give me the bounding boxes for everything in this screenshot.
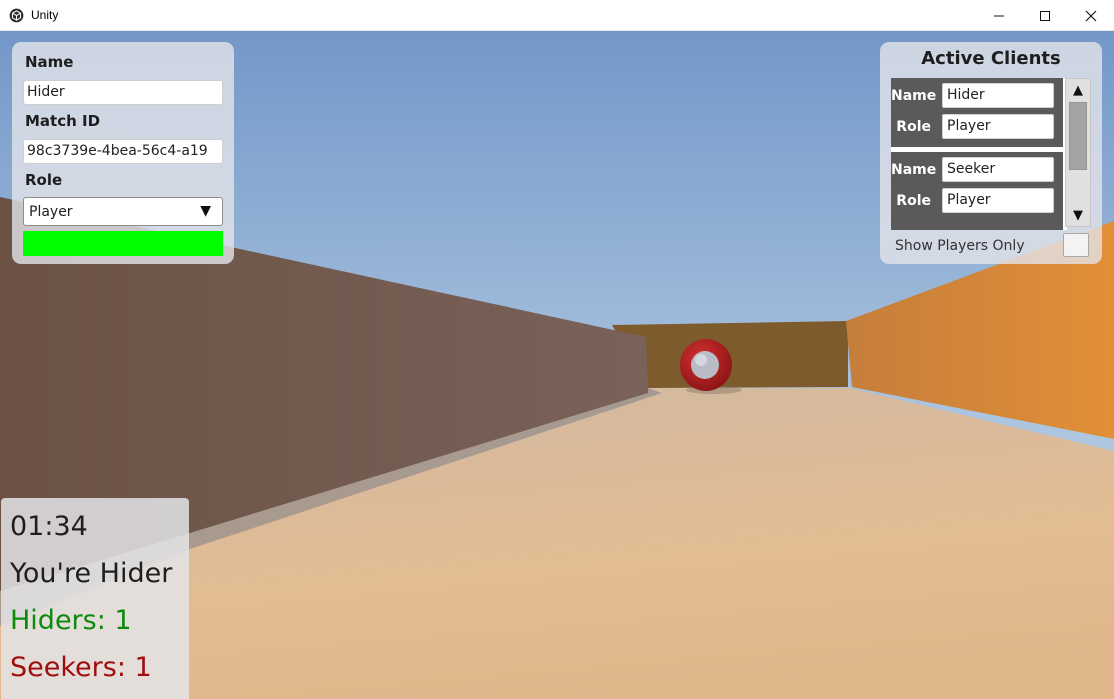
- player-info-panel: Name Hider Match ID 98c3739e-4bea-56c4-a…: [12, 42, 234, 264]
- match-id-input[interactable]: 98c3739e-4bea-56c4-a19: [23, 139, 223, 164]
- client-list-scrollbar[interactable]: ▲ ▼: [1065, 78, 1091, 227]
- scroll-up-button[interactable]: ▲: [1066, 80, 1090, 100]
- player-role-text: You're Hider: [10, 558, 173, 589]
- window-title: Unity: [31, 8, 59, 22]
- scroll-thumb[interactable]: [1069, 102, 1087, 170]
- triangle-down-icon: ▼: [1073, 207, 1083, 223]
- name-label: Name: [25, 53, 74, 71]
- minimize-icon: [994, 15, 1004, 16]
- client-name-label: Name: [891, 162, 937, 178]
- client-card: Name Hider Role Player: [891, 78, 1063, 147]
- name-input[interactable]: Hider: [23, 80, 223, 105]
- role-dropdown[interactable]: Player ▼: [23, 197, 223, 226]
- close-button[interactable]: [1068, 0, 1114, 31]
- client-role-field[interactable]: Player: [942, 114, 1054, 139]
- show-players-only-label: Show Players Only: [895, 238, 1025, 254]
- chevron-down-icon: ▼: [200, 203, 211, 219]
- close-icon: [1085, 10, 1097, 21]
- maximize-icon: [1040, 10, 1050, 21]
- hiders-count: Hiders: 1: [10, 605, 132, 636]
- triangle-up-icon: ▲: [1073, 82, 1083, 98]
- active-clients-title: Active Clients: [921, 48, 1061, 69]
- minimize-button[interactable]: [976, 0, 1022, 31]
- match-id-label: Match ID: [25, 112, 101, 130]
- role-label: Role: [25, 171, 63, 189]
- game-hud: 01:34 You're Hider Hiders: 1 Seekers: 1: [1, 498, 189, 699]
- client-name-label: Name: [891, 88, 937, 104]
- maximize-button[interactable]: [1022, 0, 1068, 31]
- scroll-down-button[interactable]: ▼: [1066, 205, 1090, 225]
- client-name-field[interactable]: Seeker: [942, 157, 1054, 182]
- client-role-field[interactable]: Player: [942, 188, 1054, 213]
- active-clients-panel: Active Clients Name Hider Role Player Na…: [880, 42, 1102, 264]
- client-role-label: Role: [896, 193, 931, 209]
- show-players-only-checkbox[interactable]: [1063, 233, 1089, 257]
- client-card: Name Seeker Role Player: [891, 152, 1063, 230]
- window-titlebar: Unity: [0, 0, 1114, 31]
- client-name-field[interactable]: Hider: [942, 83, 1054, 108]
- role-dropdown-value: Player: [29, 204, 73, 220]
- connection-status-bar: [23, 231, 223, 256]
- seekers-count: Seekers: 1: [10, 652, 152, 683]
- client-role-label: Role: [896, 119, 931, 135]
- client-list[interactable]: Name Hider Role Player Name Seeker Role …: [891, 78, 1067, 230]
- round-timer: 01:34: [10, 511, 88, 542]
- unity-cube-icon: [9, 8, 24, 23]
